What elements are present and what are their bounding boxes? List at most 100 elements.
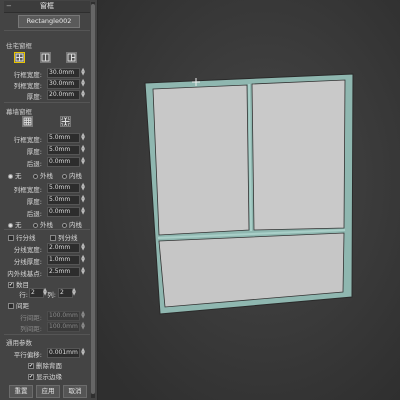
spinner-icon[interactable]: ▲ ▼ — [81, 207, 85, 216]
collapse-icon[interactable]: − — [6, 1, 12, 12]
residential-frame-split-icon[interactable] — [66, 52, 77, 63]
spinner-icon[interactable]: ▲ ▼ — [81, 79, 85, 88]
spinner-icon[interactable]: ▲ ▼ — [81, 90, 85, 99]
row-count-label: 行: — [19, 291, 28, 299]
radio-outer-a[interactable]: 外栈 — [33, 170, 53, 180]
radio-outer-b[interactable]: 外栈 — [33, 219, 53, 229]
spinner-icon[interactable]: ▲ ▼ — [81, 255, 85, 264]
curtain-row-thickness-input[interactable]: 5.0mm — [47, 145, 80, 155]
spinner-icon[interactable]: ▲ ▼ — [81, 133, 85, 142]
spinner-icon[interactable]: ▲ ▼ — [81, 322, 85, 331]
row-split-checkbox[interactable]: 行分线 — [8, 232, 36, 242]
spinner-icon[interactable]: ▲ ▼ — [81, 348, 85, 357]
glass-pane-top-left[interactable] — [152, 84, 250, 236]
window-frame-panel: − 窗框 Rectangle002 住宅窗框 行框宽度: 30.0mm ▲ ▼ 列… — [0, 0, 98, 400]
scrollbar-thumb[interactable] — [91, 4, 95, 394]
checkbox-box[interactable] — [8, 235, 14, 241]
radio-dot[interactable] — [8, 222, 13, 228]
split-width-input[interactable]: 2.0mm — [47, 243, 80, 253]
curtain-col-width-label: 列框宽度: — [13, 186, 42, 194]
divider — [4, 30, 90, 31]
checkbox-box[interactable]: ✔ — [28, 363, 34, 369]
col-spacing-label: 列间距: — [20, 325, 42, 333]
split-thickness-input[interactable]: 1.0mm — [47, 255, 80, 265]
cancel-button[interactable]: 取消 — [63, 385, 87, 398]
radio-label: 无 — [15, 172, 22, 180]
split-width-label: 分线宽度: — [13, 246, 42, 254]
curtain-col-offset-input[interactable]: 0.0mm — [47, 207, 80, 217]
object-name-field[interactable]: Rectangle002 — [18, 15, 80, 28]
radio-dot[interactable] — [33, 173, 38, 179]
checkbox-box[interactable]: ✔ — [28, 374, 34, 380]
glass-pane-top-right[interactable] — [251, 79, 346, 231]
curtain-grid-icon[interactable] — [22, 116, 33, 127]
spinner-icon[interactable]: ▲ ▼ — [81, 145, 85, 154]
split-base-input[interactable]: 2.5mm — [47, 267, 80, 277]
spinner-icon[interactable]: ▲ ▼ — [81, 267, 85, 276]
section-heading-residential: 住宅窗框 — [6, 42, 32, 50]
checkbox-label: 行分线 — [16, 234, 36, 242]
split-base-label: 内外线基点: — [7, 270, 42, 278]
radio-label: 外栈 — [40, 221, 53, 229]
col-spacing-input[interactable]: 100.0mm — [47, 322, 80, 332]
delete-back-checkbox[interactable]: ✔ 删除背面 — [28, 360, 62, 370]
split-thickness-label: 分线厚度: — [13, 258, 42, 266]
radio-dot[interactable] — [33, 222, 38, 228]
checkbox-label: 显示边缘 — [36, 373, 62, 381]
radio-dot[interactable] — [62, 222, 67, 228]
thickness-input[interactable]: 20.0mm — [47, 90, 80, 100]
spinner-icon[interactable]: ▲ ▼ — [81, 183, 85, 192]
3d-viewport[interactable] — [98, 0, 400, 400]
reset-button[interactable]: 重置 — [9, 385, 33, 398]
radio-label: 外栈 — [40, 172, 53, 180]
checkbox-box[interactable] — [50, 235, 56, 241]
radio-inner-b[interactable]: 内栈 — [62, 219, 82, 229]
checkbox-box[interactable]: ✔ — [8, 282, 14, 288]
spinner-icon[interactable]: ▲ ▼ — [81, 243, 85, 252]
divider — [4, 334, 90, 335]
divider — [4, 102, 90, 103]
curtain-col-width-input[interactable]: 5.0mm — [47, 183, 80, 193]
panel-scrollbar[interactable] — [91, 2, 95, 398]
spinner-icon[interactable]: ▲ ▼ — [72, 288, 76, 297]
residential-frame-alt-icon[interactable] — [40, 52, 51, 63]
row-spacing-label: 行间距: — [20, 314, 42, 322]
col-count-label: 列: — [47, 291, 56, 299]
curtain-row-offset-input[interactable]: 0.0mm — [47, 157, 80, 167]
radio-none-a[interactable]: 无 — [8, 170, 22, 180]
curtain-row-thickness-label: 厚度: — [26, 148, 42, 156]
residential-frame-icon[interactable] — [14, 52, 25, 63]
radio-dot[interactable] — [62, 173, 67, 179]
section-heading-curtain: 幕墙窗框 — [6, 108, 32, 116]
thickness-label: 厚度: — [26, 93, 42, 101]
row-frame-width-input[interactable]: 30.0mm — [47, 68, 80, 78]
checkbox-label: 数目 — [16, 281, 29, 289]
radio-inner-a[interactable]: 内栈 — [62, 170, 82, 180]
curtain-row-offset-label: 后退: — [26, 160, 42, 168]
parallel-offset-input[interactable]: 0.001mm — [47, 348, 80, 358]
show-edges-checkbox[interactable]: ✔ 显示边缘 — [28, 371, 62, 381]
row-spacing-input[interactable]: 100.0mm — [47, 311, 80, 321]
apply-button[interactable]: 应用 — [36, 385, 60, 398]
col-count-input[interactable]: 2 — [58, 288, 73, 298]
spinner-icon[interactable]: ▲ ▼ — [81, 311, 85, 320]
curtain-col-thickness-input[interactable]: 5.0mm — [47, 195, 80, 205]
checkbox-label: 间距 — [16, 302, 29, 310]
curtain-row-width-input[interactable]: 5.0mm — [47, 133, 80, 143]
parallel-offset-label: 平行偏移: — [13, 351, 42, 359]
curtain-grid-alt-icon[interactable] — [60, 116, 71, 127]
spinner-icon[interactable]: ▲ ▼ — [81, 68, 85, 77]
spinner-icon[interactable]: ▲ ▼ — [81, 157, 85, 166]
checkbox-label: 删除背面 — [36, 362, 62, 370]
radio-none-b[interactable]: 无 — [8, 219, 22, 229]
count-checkbox[interactable]: ✔ 数目 — [8, 279, 29, 289]
col-frame-width-input[interactable]: 30.0mm — [47, 79, 80, 89]
radio-label: 内栈 — [69, 172, 82, 180]
col-split-checkbox[interactable]: 列分线 — [50, 232, 78, 242]
spinner-icon[interactable]: ▲ ▼ — [81, 195, 85, 204]
radio-dot[interactable] — [8, 173, 13, 179]
panel-title-bar[interactable]: − 窗框 — [4, 1, 90, 13]
spacing-checkbox[interactable]: 间距 — [8, 300, 29, 310]
checkbox-label: 列分线 — [58, 234, 78, 242]
checkbox-box[interactable] — [8, 303, 14, 309]
